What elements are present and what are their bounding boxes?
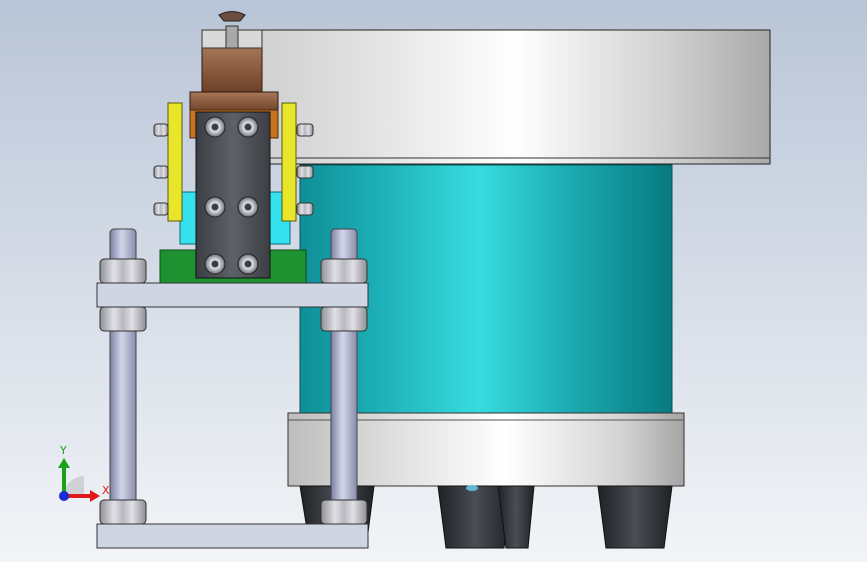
side-bolt-left-1 (153, 123, 169, 137)
model-canvas[interactable]: Y X (0, 0, 867, 562)
nut-right-upper-top (320, 258, 368, 284)
lower-support-plate[interactable] (96, 523, 369, 549)
bolt-4-hex (244, 203, 252, 211)
side-bolt-right-3 (296, 202, 314, 216)
foot-center-cap (466, 485, 478, 491)
bronze-block[interactable] (201, 45, 263, 93)
nut-left-upper-bottom (99, 306, 147, 332)
upper-support-plate[interactable] (96, 282, 369, 308)
bolt-1-hex (211, 123, 219, 131)
side-plate-left[interactable] (167, 102, 183, 222)
z-axis-dot (59, 491, 69, 501)
side-bolt-left-3 (153, 202, 169, 216)
bolt-6-hex (244, 260, 252, 268)
bronze-slab (189, 91, 279, 113)
bolt-3-hex (211, 203, 219, 211)
side-bolt-right-2 (296, 165, 314, 179)
bolt-5-hex (211, 260, 219, 268)
side-plate-right[interactable] (281, 102, 297, 222)
foot-right (597, 485, 673, 549)
nut-right-lower (320, 499, 368, 525)
y-axis-label: Y (59, 444, 67, 457)
side-bolt-left-2 (153, 165, 169, 179)
clamp-body[interactable] (195, 111, 271, 279)
cad-viewport[interactable]: Y X (0, 0, 867, 562)
screw-shaft (225, 25, 239, 49)
x-axis-label: X (102, 484, 110, 497)
nut-right-upper-bottom (320, 306, 368, 332)
screw-head (218, 11, 246, 22)
bolt-2-hex (244, 123, 252, 131)
side-bolt-right-1 (296, 123, 314, 137)
nut-left-upper-top (99, 258, 147, 284)
nut-left-lower (99, 499, 147, 525)
